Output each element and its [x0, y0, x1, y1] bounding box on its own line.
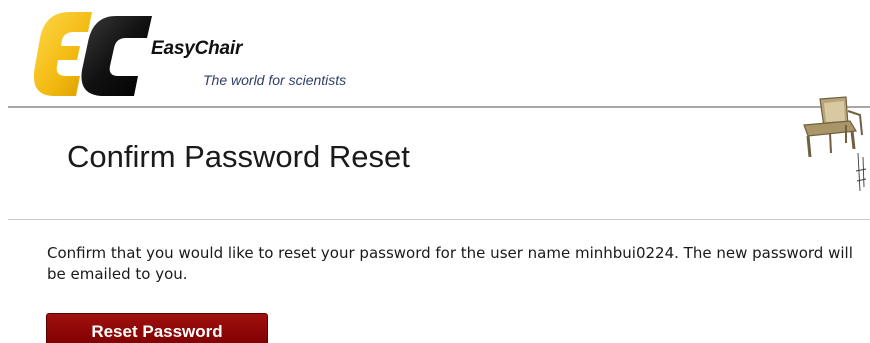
page-title: Confirm Password Reset — [67, 139, 410, 174]
easychair-logo[interactable]: EasyChair The world for scientists — [30, 8, 410, 100]
easychair-ec-logo-icon — [33, 12, 152, 96]
section-divider — [8, 219, 870, 220]
easychair-chair-illustration-icon — [803, 96, 867, 192]
header-divider — [8, 106, 870, 108]
tagline: The world for scientists — [203, 72, 347, 88]
page: EasyChair The world for scientists Confi… — [0, 0, 870, 343]
confirmation-message: Confirm that you would like to reset you… — [47, 244, 853, 283]
reset-password-button[interactable]: Reset Password — [46, 313, 268, 343]
brand-name: EasyChair — [151, 38, 243, 59]
